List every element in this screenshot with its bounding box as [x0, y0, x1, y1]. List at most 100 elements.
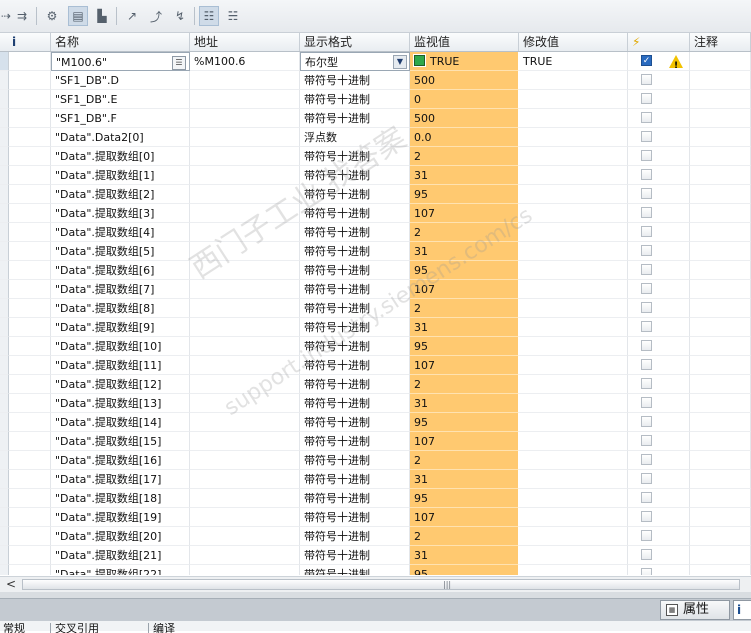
row-selector[interactable] [0, 261, 9, 280]
name-cell[interactable]: "Data".提取数组[14] [51, 413, 190, 432]
comment-cell[interactable] [690, 299, 751, 318]
address-cell[interactable] [190, 546, 300, 565]
modify-value-cell[interactable] [519, 280, 628, 299]
scroll-left-icon[interactable]: < [3, 578, 19, 591]
row-selector[interactable] [0, 128, 9, 147]
comment-cell[interactable] [690, 394, 751, 413]
row-selector[interactable] [0, 356, 9, 375]
name-cell[interactable]: "Data".提取数组[2] [51, 185, 190, 204]
row-selector[interactable] [0, 71, 9, 90]
name-cell[interactable]: "Data".提取数组[8] [51, 299, 190, 318]
comment-cell[interactable] [690, 318, 751, 337]
name-cell[interactable]: "Data".提取数组[13] [51, 394, 190, 413]
modify-checkbox[interactable] [641, 530, 652, 541]
name-cell[interactable]: "Data".Data2[0] [51, 128, 190, 147]
address-cell[interactable] [190, 261, 300, 280]
table-row[interactable]: "Data".提取数组[22] 带符号十进制 95 [0, 565, 751, 575]
properties-tab[interactable]: ▦ 属性 [660, 600, 730, 620]
row-selector[interactable] [0, 185, 9, 204]
name-cell[interactable]: "Data".提取数组[7] [51, 280, 190, 299]
row-selector[interactable] [0, 394, 9, 413]
comment-cell[interactable] [690, 432, 751, 451]
display-format-cell[interactable]: 带符号十进制 [300, 109, 410, 128]
row-selector[interactable] [0, 470, 9, 489]
table-row[interactable]: "Data".提取数组[12] 带符号十进制 2 [0, 375, 751, 394]
modify-value-cell[interactable] [519, 109, 628, 128]
address-cell[interactable] [190, 489, 300, 508]
table-row[interactable]: "Data".提取数组[9] 带符号十进制 31 [0, 318, 751, 337]
header-display-format[interactable]: 显示格式 [300, 33, 410, 51]
address-cell[interactable] [190, 90, 300, 109]
display-format-icon[interactable]: ☷ [199, 6, 219, 26]
comment-cell[interactable] [690, 185, 751, 204]
row-selector[interactable] [0, 166, 9, 185]
modify-value-cell[interactable] [519, 489, 628, 508]
display-format-cell[interactable]: 带符号十进制 [300, 546, 410, 565]
table-row[interactable]: "Data".提取数组[7] 带符号十进制 107 [0, 280, 751, 299]
chevron-down-icon[interactable]: ▼ [393, 55, 407, 69]
modify-checkbox[interactable] [641, 112, 652, 123]
modify-value-cell[interactable] [519, 185, 628, 204]
row-selector[interactable] [0, 109, 9, 128]
modify-checkbox[interactable] [641, 416, 652, 427]
modify-value-cell[interactable] [519, 204, 628, 223]
modify-value-cell[interactable] [519, 546, 628, 565]
comment-cell[interactable] [690, 52, 751, 71]
comment-cell[interactable] [690, 90, 751, 109]
comment-cell[interactable] [690, 166, 751, 185]
display-format-cell[interactable]: 带符号十进制 [300, 413, 410, 432]
row-selector[interactable] [0, 546, 9, 565]
address-cell[interactable] [190, 470, 300, 489]
comment-cell[interactable] [690, 261, 751, 280]
modify-value-cell[interactable] [519, 147, 628, 166]
address-cell[interactable] [190, 337, 300, 356]
name-cell[interactable]: "Data".提取数组[22] [51, 565, 190, 575]
display-format-cell[interactable]: 带符号十进制 [300, 451, 410, 470]
display-format-cell[interactable]: 带符号十进制 [300, 318, 410, 337]
name-cell[interactable]: "Data".提取数组[4] [51, 223, 190, 242]
modify-checkbox[interactable] [641, 549, 652, 560]
row-selector[interactable] [0, 299, 9, 318]
table-row[interactable]: "SF1_DB".E 带符号十进制 0 [0, 90, 751, 109]
comment-cell[interactable] [690, 356, 751, 375]
display-format-cell[interactable]: 带符号十进制 [300, 508, 410, 527]
row-selector[interactable] [0, 280, 9, 299]
name-cell[interactable]: "Data".提取数组[20] [51, 527, 190, 546]
modify-checkbox[interactable] [641, 378, 652, 389]
comment-cell[interactable] [690, 451, 751, 470]
row-selector[interactable] [0, 337, 9, 356]
table-row[interactable]: "Data".提取数组[19] 带符号十进制 107 [0, 508, 751, 527]
display-format-cell[interactable]: 带符号十进制 [300, 261, 410, 280]
modify-checkbox[interactable] [641, 150, 652, 161]
address-cell[interactable]: %M100.6 [190, 52, 300, 71]
name-cell[interactable]: "Data".提取数组[9] [51, 318, 190, 337]
modify-value-cell[interactable] [519, 565, 628, 575]
comment-cell[interactable] [690, 508, 751, 527]
header-modify-value[interactable]: 修改值 [519, 33, 628, 51]
tab-cross-reference[interactable]: 交叉引用 [50, 623, 151, 633]
comment-cell[interactable] [690, 223, 751, 242]
address-cell[interactable] [190, 147, 300, 166]
name-cell[interactable]: "SF1_DB".D [51, 71, 190, 90]
display-format-cell[interactable]: 带符号十进制 [300, 394, 410, 413]
address-cell[interactable] [190, 242, 300, 261]
modify-value-cell[interactable] [519, 375, 628, 394]
modify-value-cell[interactable] [519, 432, 628, 451]
modify-value-cell[interactable] [519, 71, 628, 90]
comment-cell[interactable] [690, 242, 751, 261]
address-cell[interactable] [190, 413, 300, 432]
address-cell[interactable] [190, 508, 300, 527]
table-row[interactable]: "Data".提取数组[4] 带符号十进制 2 [0, 223, 751, 242]
modify-checkbox[interactable] [641, 492, 652, 503]
name-cell[interactable]: "Data".提取数组[19] [51, 508, 190, 527]
modify-checkbox[interactable] [641, 131, 652, 142]
modify-value-cell[interactable] [519, 508, 628, 527]
tab-compile[interactable]: 编译 [148, 623, 215, 633]
table-row[interactable]: "Data".提取数组[20] 带符号十进制 2 [0, 527, 751, 546]
name-cell[interactable]: "Data".提取数组[0] [51, 147, 190, 166]
name-cell[interactable]: "Data".提取数组[15] [51, 432, 190, 451]
address-cell[interactable] [190, 128, 300, 147]
display-format-cell[interactable]: 带符号十进制 [300, 565, 410, 575]
horizontal-scrollbar[interactable]: < ||| [0, 576, 751, 593]
display-format-cell[interactable]: 带符号十进制 [300, 223, 410, 242]
